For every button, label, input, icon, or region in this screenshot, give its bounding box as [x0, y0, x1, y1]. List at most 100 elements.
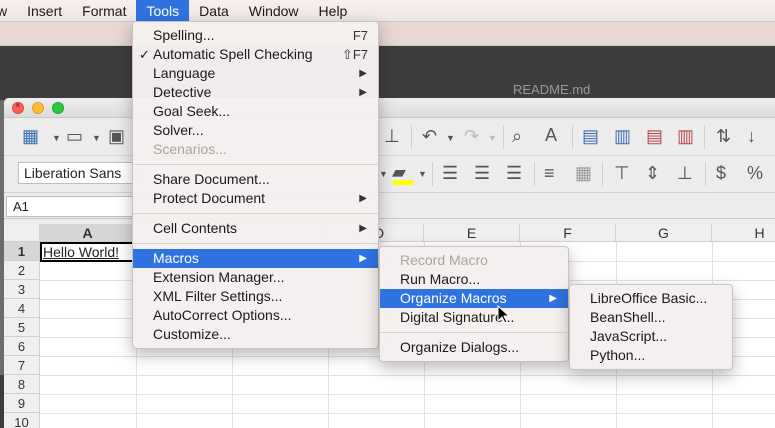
menu-item-autocorrect-options[interactable]: AutoCorrect Options...	[133, 306, 378, 325]
menubar-window[interactable]: Window	[239, 0, 309, 22]
menu-item-spelling[interactable]: Spelling... F7	[133, 26, 378, 45]
menu-item-javascript[interactable]: JavaScript...	[570, 327, 732, 346]
align-left-icon[interactable]: ☰	[442, 164, 458, 182]
row-header-8[interactable]: 8	[4, 375, 40, 394]
background-color-icon[interactable]: ▰	[392, 163, 406, 181]
menu-item-cell-contents[interactable]: Cell Contents ▶	[133, 219, 378, 238]
menubar-help[interactable]: Help	[309, 0, 358, 22]
cell-a1-value: Hello World!	[43, 244, 119, 260]
grid-line	[40, 413, 775, 414]
toolbar-separator	[572, 125, 573, 149]
align-bottom-icon[interactable]: ⊥	[677, 164, 693, 182]
find-replace-icon[interactable]: ⌕	[512, 127, 522, 145]
row-header-7[interactable]: 7	[4, 356, 40, 375]
menu-separator	[133, 164, 378, 165]
select-all-corner[interactable]	[4, 224, 40, 242]
background-color-dropdown-icon[interactable]: ▼	[418, 169, 427, 179]
percent-format-icon[interactable]: %	[747, 164, 763, 182]
menubar-tools[interactable]: Tools	[136, 0, 190, 22]
menu-separator	[133, 213, 378, 214]
row-icon[interactable]: ▤	[582, 127, 599, 145]
font-name-input[interactable]: Liberation Sans	[18, 162, 138, 184]
menu-item-detective[interactable]: Detective ▶	[133, 83, 378, 102]
sort-ascending-icon[interactable]: ↓	[747, 127, 756, 145]
background-window-title: README.md	[513, 82, 591, 97]
name-box-input[interactable]: A1	[6, 196, 134, 217]
align-top-icon[interactable]: ⊤	[614, 164, 630, 182]
column-header-a[interactable]: A	[40, 224, 136, 242]
menu-item-libreoffice-basic[interactable]: LibreOffice Basic...	[570, 289, 732, 308]
row-header-5[interactable]: 5	[4, 318, 40, 337]
currency-format-icon[interactable]: $	[716, 164, 726, 182]
toolbar-separator	[411, 125, 412, 149]
row-header-2[interactable]: 2	[4, 261, 40, 280]
save-icon[interactable]: ▣	[108, 127, 125, 145]
menu-item-language[interactable]: Language ▶	[133, 64, 378, 83]
menubar-view-truncated[interactable]: w	[0, 0, 17, 22]
column-header-g[interactable]: G	[616, 224, 712, 242]
menu-item-run-macro[interactable]: Run Macro...	[380, 270, 568, 289]
shortcut-label: F7	[352, 28, 368, 43]
wrap-text-icon[interactable]: ≡	[544, 164, 555, 182]
merge-cells-icon[interactable]: ▦	[575, 164, 592, 182]
row-header-3[interactable]: 3	[4, 280, 40, 299]
new-dropdown-icon[interactable]: ▼	[52, 133, 61, 143]
menu-item-xml-filter-settings[interactable]: XML Filter Settings...	[133, 287, 378, 306]
menu-item-digital-signature[interactable]: Digital Signature...	[380, 308, 568, 327]
menubar-insert[interactable]: Insert	[17, 0, 72, 22]
cell-a1[interactable]: Hello World!	[40, 242, 136, 262]
menu-item-solver[interactable]: Solver...	[133, 121, 378, 140]
row-header-1[interactable]: 1	[4, 242, 40, 261]
menu-item-automatic-spell-checking[interactable]: ✓ Automatic Spell Checking ⇧F7	[133, 45, 378, 64]
delete-row-icon[interactable]: ▤	[646, 127, 663, 145]
new-spreadsheet-icon[interactable]: ▦	[22, 127, 39, 145]
menu-item-organize-dialogs[interactable]: Organize Dialogs...	[380, 338, 568, 357]
menu-item-label: Organize Macros	[400, 290, 507, 306]
toolbar-separator	[602, 162, 603, 186]
menu-item-macros[interactable]: Macros ▶	[133, 249, 378, 268]
submenu-arrow-icon: ▶	[359, 253, 367, 264]
tools-menu: Spelling... F7 ✓ Automatic Spell Checking ⇧…	[132, 21, 379, 349]
menu-item-extension-manager[interactable]: Extension Manager...	[133, 268, 378, 287]
minimize-window-button[interactable]	[32, 102, 44, 114]
undo-icon[interactable]: ↶	[422, 127, 437, 145]
column-header-h[interactable]: H	[712, 224, 775, 242]
menu-item-share-document[interactable]: Share Document...	[133, 170, 378, 189]
menu-separator	[133, 243, 378, 244]
menu-item-customize[interactable]: Customize...	[133, 325, 378, 344]
menu-item-goal-seek[interactable]: Goal Seek...	[133, 102, 378, 121]
open-folder-icon[interactable]: ▭	[66, 127, 83, 145]
redo-dropdown-icon: ▼	[488, 133, 497, 143]
menu-item-protect-document[interactable]: Protect Document ▶	[133, 189, 378, 208]
menu-item-python[interactable]: Python...	[570, 346, 732, 365]
close-window-button[interactable]: ×	[12, 100, 24, 114]
open-dropdown-icon[interactable]: ▼	[92, 133, 101, 143]
delete-column-icon[interactable]: ▥	[677, 127, 694, 145]
formula-bar: A1	[4, 193, 775, 219]
sort-icon[interactable]: ⇅	[716, 127, 731, 145]
window-titlebar: ×	[4, 98, 775, 118]
column-header-f[interactable]: F	[520, 224, 616, 242]
clone-formatting-icon[interactable]: ⊥	[384, 127, 400, 145]
menu-item-organize-macros[interactable]: Organize Macros ▶	[380, 289, 568, 308]
spelling-icon[interactable]: A	[545, 126, 557, 144]
menu-item-record-macro: Record Macro	[400, 252, 488, 268]
toolbar-separator	[432, 162, 433, 186]
menubar-data[interactable]: Data	[189, 0, 239, 22]
menubar-format[interactable]: Format	[72, 0, 136, 22]
column-header-e[interactable]: E	[424, 224, 520, 242]
row-header-10[interactable]: 10	[4, 413, 40, 428]
align-center-icon[interactable]: ☰	[474, 164, 490, 182]
maximize-window-button[interactable]	[52, 102, 64, 114]
row-header-4[interactable]: 4	[4, 299, 40, 318]
align-right-icon[interactable]: ☰	[506, 164, 522, 182]
grid-line	[40, 394, 775, 395]
center-vertically-icon[interactable]: ⇕	[645, 164, 660, 182]
undo-dropdown-icon[interactable]: ▼	[446, 133, 455, 143]
menu-item-label: Language	[153, 65, 216, 81]
font-color-dropdown-icon[interactable]: ▼	[379, 169, 388, 179]
menu-item-beanshell[interactable]: BeanShell...	[570, 308, 732, 327]
column-icon[interactable]: ▥	[614, 127, 631, 145]
row-header-9[interactable]: 9	[4, 394, 40, 413]
row-header-6[interactable]: 6	[4, 337, 40, 356]
